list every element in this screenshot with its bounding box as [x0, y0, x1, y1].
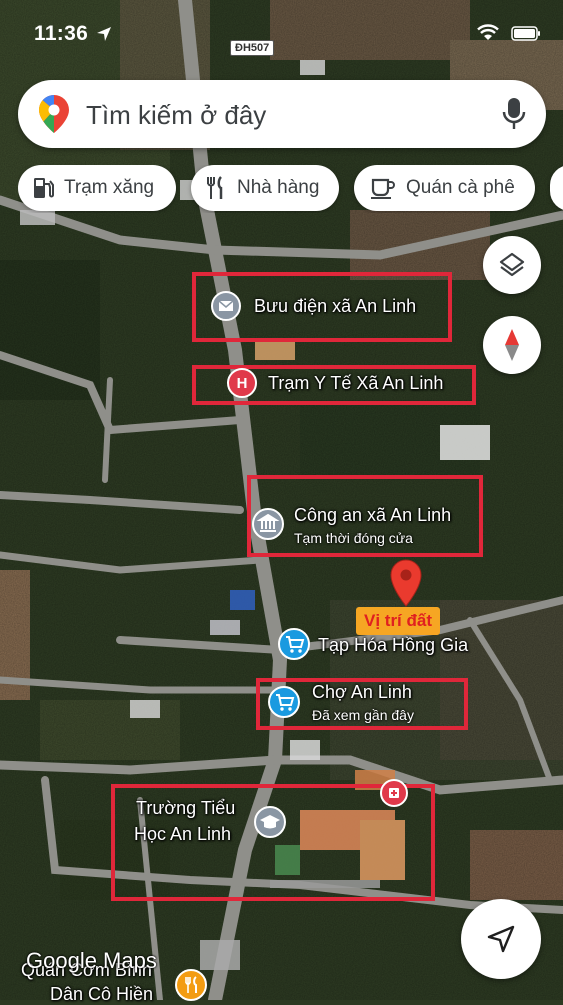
location-arrow-icon: [97, 27, 111, 41]
chip-restaurant[interactable]: Nhà hàng: [191, 165, 339, 211]
svg-text:H: H: [237, 375, 248, 392]
place-label-school-line1[interactable]: Trường Tiểu: [136, 798, 235, 819]
shopping-cart-icon[interactable]: [278, 628, 310, 660]
school-icon[interactable]: [254, 806, 286, 838]
battery-icon: [511, 26, 540, 41]
chip-more[interactable]: [550, 165, 563, 211]
location-pin-icon[interactable]: [389, 558, 423, 608]
coffee-icon: [371, 178, 395, 199]
restaurant-icon[interactable]: [175, 969, 207, 1001]
place-status-market: Đã xem gần đây: [312, 707, 414, 723]
shopping-cart-icon[interactable]: [268, 686, 300, 718]
chip-coffee[interactable]: Quán cà phê: [354, 165, 535, 211]
chip-label: Quán cà phê: [406, 177, 515, 198]
place-label-post-office[interactable]: Bưu điện xã An Linh: [254, 296, 416, 317]
compass-icon: [505, 329, 519, 361]
place-label-police[interactable]: Công an xã An Linh: [294, 505, 451, 526]
chip-label: Trạm xăng: [64, 177, 155, 198]
search-input[interactable]: Tìm kiếm ở đây: [86, 100, 266, 131]
status-bar: 11:36: [0, 0, 563, 60]
google-maps-attribution: Google Maps: [26, 948, 157, 973]
road-label: ĐH507: [230, 40, 275, 56]
navigation-arrow-icon: [487, 925, 515, 953]
place-label-market[interactable]: Chợ An Linh: [312, 682, 412, 703]
search-bar[interactable]: Tìm kiếm ở đây: [18, 80, 546, 148]
place-label-restaurant-line2[interactable]: Dân Cô Hiền: [50, 984, 153, 1005]
police-building-icon[interactable]: [252, 508, 284, 540]
post-office-icon[interactable]: [211, 291, 241, 321]
compass-button[interactable]: [483, 316, 541, 374]
chip-label: Nhà hàng: [237, 177, 320, 198]
place-label-clinic[interactable]: Trạm Y Tế Xã An Linh: [268, 373, 443, 394]
my-location-button[interactable]: [461, 899, 541, 979]
microphone-icon[interactable]: [502, 96, 526, 132]
first-aid-icon[interactable]: [380, 779, 408, 807]
restaurant-icon: [207, 176, 223, 199]
wifi-icon: [476, 24, 499, 40]
google-maps-pin-icon: [39, 95, 69, 133]
status-icons: [476, 24, 541, 46]
place-label-school-line2[interactable]: Học An Linh: [134, 824, 231, 845]
status-time: 11:36: [34, 22, 89, 45]
gas-station-icon: [34, 178, 54, 198]
chip-gas-station[interactable]: Trạm xăng: [18, 165, 176, 211]
hospital-icon[interactable]: H: [227, 368, 257, 398]
property-location-label[interactable]: Vị trí đất: [356, 607, 441, 635]
layers-icon: [499, 252, 525, 277]
place-status-police: Tạm thời đóng cửa: [294, 530, 413, 546]
category-chips: Trạm xăng Nhà hàng Quán cà phê: [18, 165, 563, 213]
layers-button[interactable]: [483, 236, 541, 294]
place-label-grocery[interactable]: Tạp Hóa Hồng Gia: [318, 635, 468, 656]
